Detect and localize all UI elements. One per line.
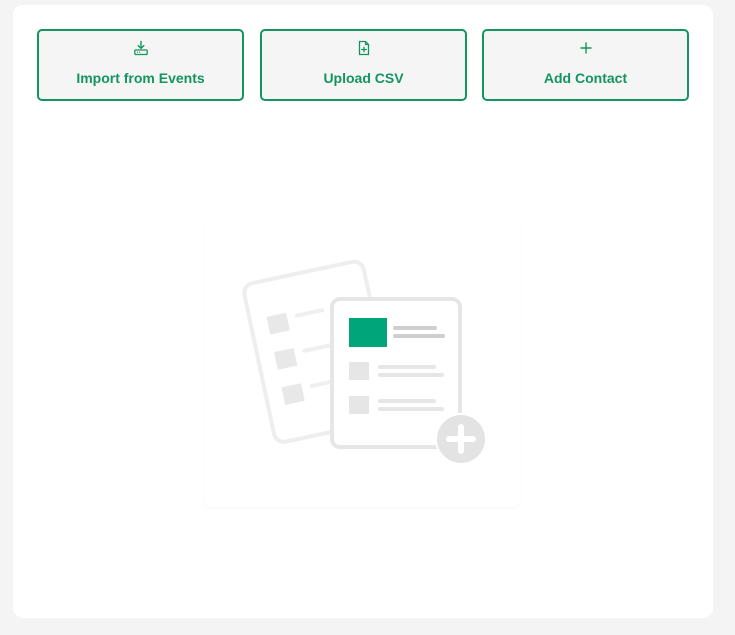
import-from-events-button[interactable]: Import from Events [37,29,244,101]
add-circle-icon [435,413,487,465]
import-from-events-label: Import from Events [76,70,205,86]
upload-csv-button[interactable]: Upload CSV [260,29,467,101]
action-toolbar: Import from Events Upload CSV Add Contac… [37,29,689,101]
file-plus-icon [356,40,372,56]
contact-list-add-illustration [242,259,487,465]
add-contact-button[interactable]: Add Contact [482,29,689,101]
highlight-block [349,318,387,347]
main-card: Import from Events Upload CSV Add Contac… [13,5,713,618]
plus-icon [578,40,594,56]
empty-state-illustration [204,223,520,507]
upload-csv-label: Upload CSV [323,70,404,86]
download-tray-icon [133,40,149,56]
add-contact-label: Add Contact [543,70,628,86]
